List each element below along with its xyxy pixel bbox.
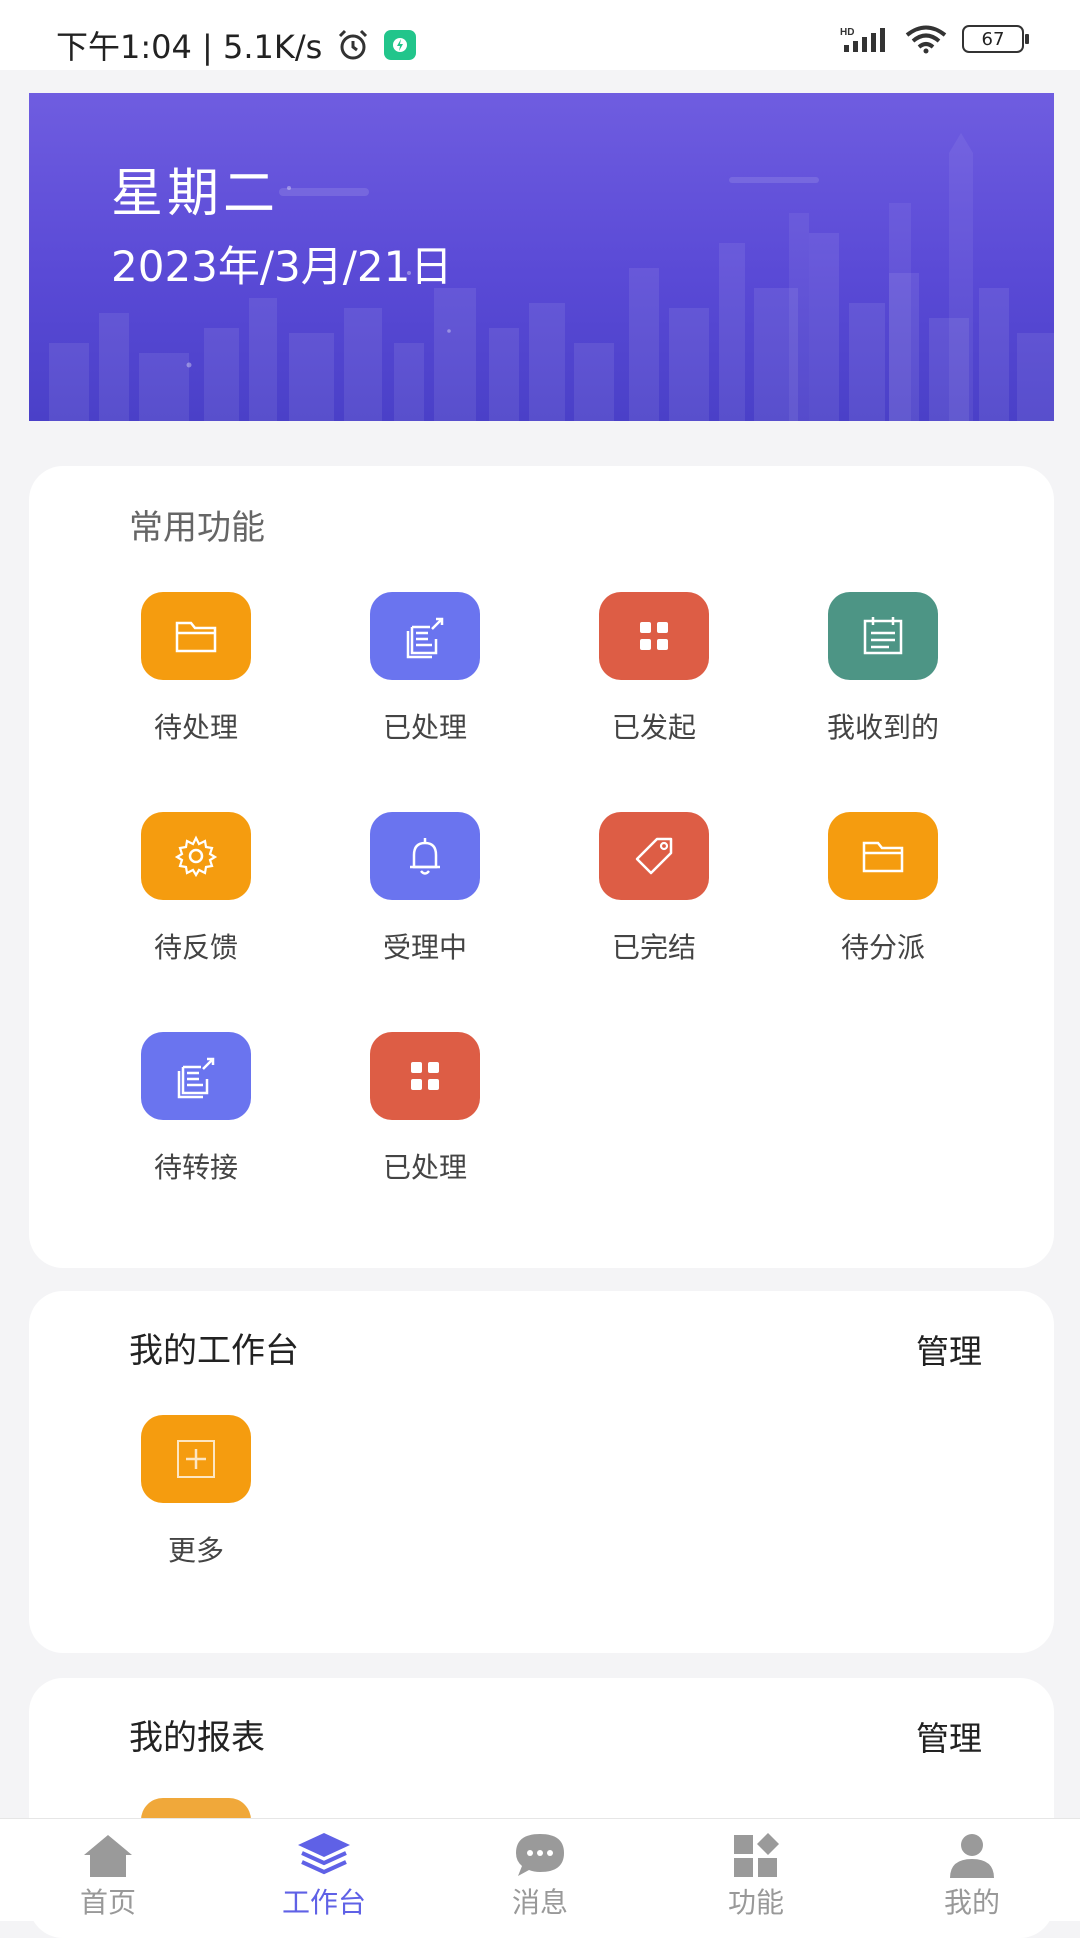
- tile-initiated: [599, 592, 709, 680]
- function-label: 已处理: [382, 711, 467, 744]
- function-item-initiated[interactable]: 已发起: [554, 592, 754, 746]
- network-label: HD: [840, 27, 854, 38]
- tile-processed: [370, 592, 480, 680]
- nav-label: 我的: [943, 1886, 1000, 1919]
- function-item-processed-2[interactable]: 已处理: [325, 1032, 525, 1186]
- function-item-to-transfer[interactable]: 待转接: [96, 1032, 296, 1186]
- nav-label: 消息: [511, 1886, 568, 1919]
- gear-icon: [174, 835, 218, 878]
- common-functions-title: 常用功能: [129, 508, 265, 548]
- date-text: 2023年/3月/21日: [111, 242, 453, 291]
- function-label: 待分派: [840, 931, 925, 964]
- date-banner: 星期二 2023年/3月/21日: [29, 93, 1054, 421]
- grid-icon: [411, 1062, 439, 1090]
- signal-icon: HD: [840, 27, 885, 52]
- function-item-pending[interactable]: 待处理: [96, 592, 296, 746]
- folder-icon: [175, 621, 217, 653]
- my-workbench-title: 我的工作台: [129, 1331, 299, 1371]
- nav-item-functions[interactable]: 功能: [648, 1819, 864, 1921]
- function-item-in-progress[interactable]: 受理中: [325, 812, 525, 966]
- grid-icon: [640, 622, 668, 650]
- my-workbench-card: 我的工作台 管理 更多: [29, 1291, 1054, 1653]
- function-label: 待反馈: [153, 931, 238, 964]
- tile-completed: [599, 812, 709, 900]
- nav-item-workbench[interactable]: 工作台: [216, 1819, 432, 1921]
- function-label: 已发起: [611, 711, 696, 744]
- nav-label: 功能: [727, 1886, 784, 1919]
- function-label: 已处理: [382, 1151, 467, 1184]
- status-bar: 下午1:04 | 5.1K/s HD 67: [0, 0, 1080, 70]
- nav-item-mine[interactable]: 我的: [864, 1819, 1080, 1921]
- layers-icon: [298, 1833, 350, 1875]
- status-time-speed: 下午1:04 | 5.1K/s: [56, 28, 323, 66]
- bottom-navigation: 首页 工作台 消息 功能 我的: [0, 1818, 1080, 1921]
- nav-item-messages[interactable]: 消息: [432, 1819, 648, 1921]
- function-label: 待转接: [153, 1151, 238, 1184]
- wifi-icon: [905, 25, 947, 54]
- workbench-manage-button[interactable]: 管理: [916, 1325, 982, 1373]
- app-notification-icon: [384, 30, 417, 60]
- function-item-completed[interactable]: 已完结: [554, 812, 754, 966]
- function-label: 受理中: [382, 931, 467, 964]
- function-item-to-assign[interactable]: 待分派: [783, 812, 983, 966]
- export-icon: [406, 617, 444, 659]
- chat-icon: [516, 1834, 564, 1876]
- workbench-item-more[interactable]: 更多: [96, 1415, 296, 1569]
- function-item-processed[interactable]: 已处理: [325, 592, 525, 746]
- apps-icon: [734, 1833, 779, 1877]
- tile-in-progress: [370, 812, 480, 900]
- calendar-list-icon: [863, 617, 903, 655]
- tile-more: [141, 1415, 251, 1503]
- battery-level: 67: [981, 28, 1005, 50]
- alarm-clock-icon: [339, 29, 368, 60]
- status-left: 下午1:04 | 5.1K/s: [56, 22, 417, 68]
- tile-to-assign: [828, 812, 938, 900]
- tag-icon: [635, 837, 673, 875]
- nav-label: 工作台: [281, 1886, 366, 1919]
- folder-icon: [862, 841, 904, 873]
- bell-icon: [410, 838, 440, 875]
- function-label: 我收到的: [826, 711, 939, 744]
- nav-item-home[interactable]: 首页: [0, 1819, 216, 1921]
- workbench-item-label: 更多: [167, 1534, 224, 1567]
- home-icon: [84, 1835, 132, 1877]
- tile-pending: [141, 592, 251, 680]
- tile-received: [828, 592, 938, 680]
- tile-to-transfer: [141, 1032, 251, 1120]
- reports-manage-button[interactable]: 管理: [916, 1712, 982, 1760]
- tile-awaiting-feedback: [141, 812, 251, 900]
- status-right: HD 67: [840, 24, 1029, 54]
- user-icon: [950, 1834, 994, 1878]
- weekday-text: 星期二: [111, 164, 280, 224]
- nav-label: 首页: [79, 1886, 136, 1919]
- battery-indicator: 67: [962, 25, 1029, 53]
- tile-processed-2: [370, 1032, 480, 1120]
- plus-icon: [177, 1440, 215, 1478]
- function-label: 已完结: [611, 931, 696, 964]
- common-functions-card: 常用功能 待处理 已处理 已发起 我收到的 待反馈 受理中 已完结 待分派 待转…: [29, 466, 1054, 1268]
- function-label: 待处理: [153, 711, 238, 744]
- function-item-received[interactable]: 我收到的: [783, 592, 983, 746]
- export-icon: [177, 1057, 215, 1099]
- function-item-awaiting-feedback[interactable]: 待反馈: [96, 812, 296, 966]
- my-reports-title: 我的报表: [129, 1718, 265, 1758]
